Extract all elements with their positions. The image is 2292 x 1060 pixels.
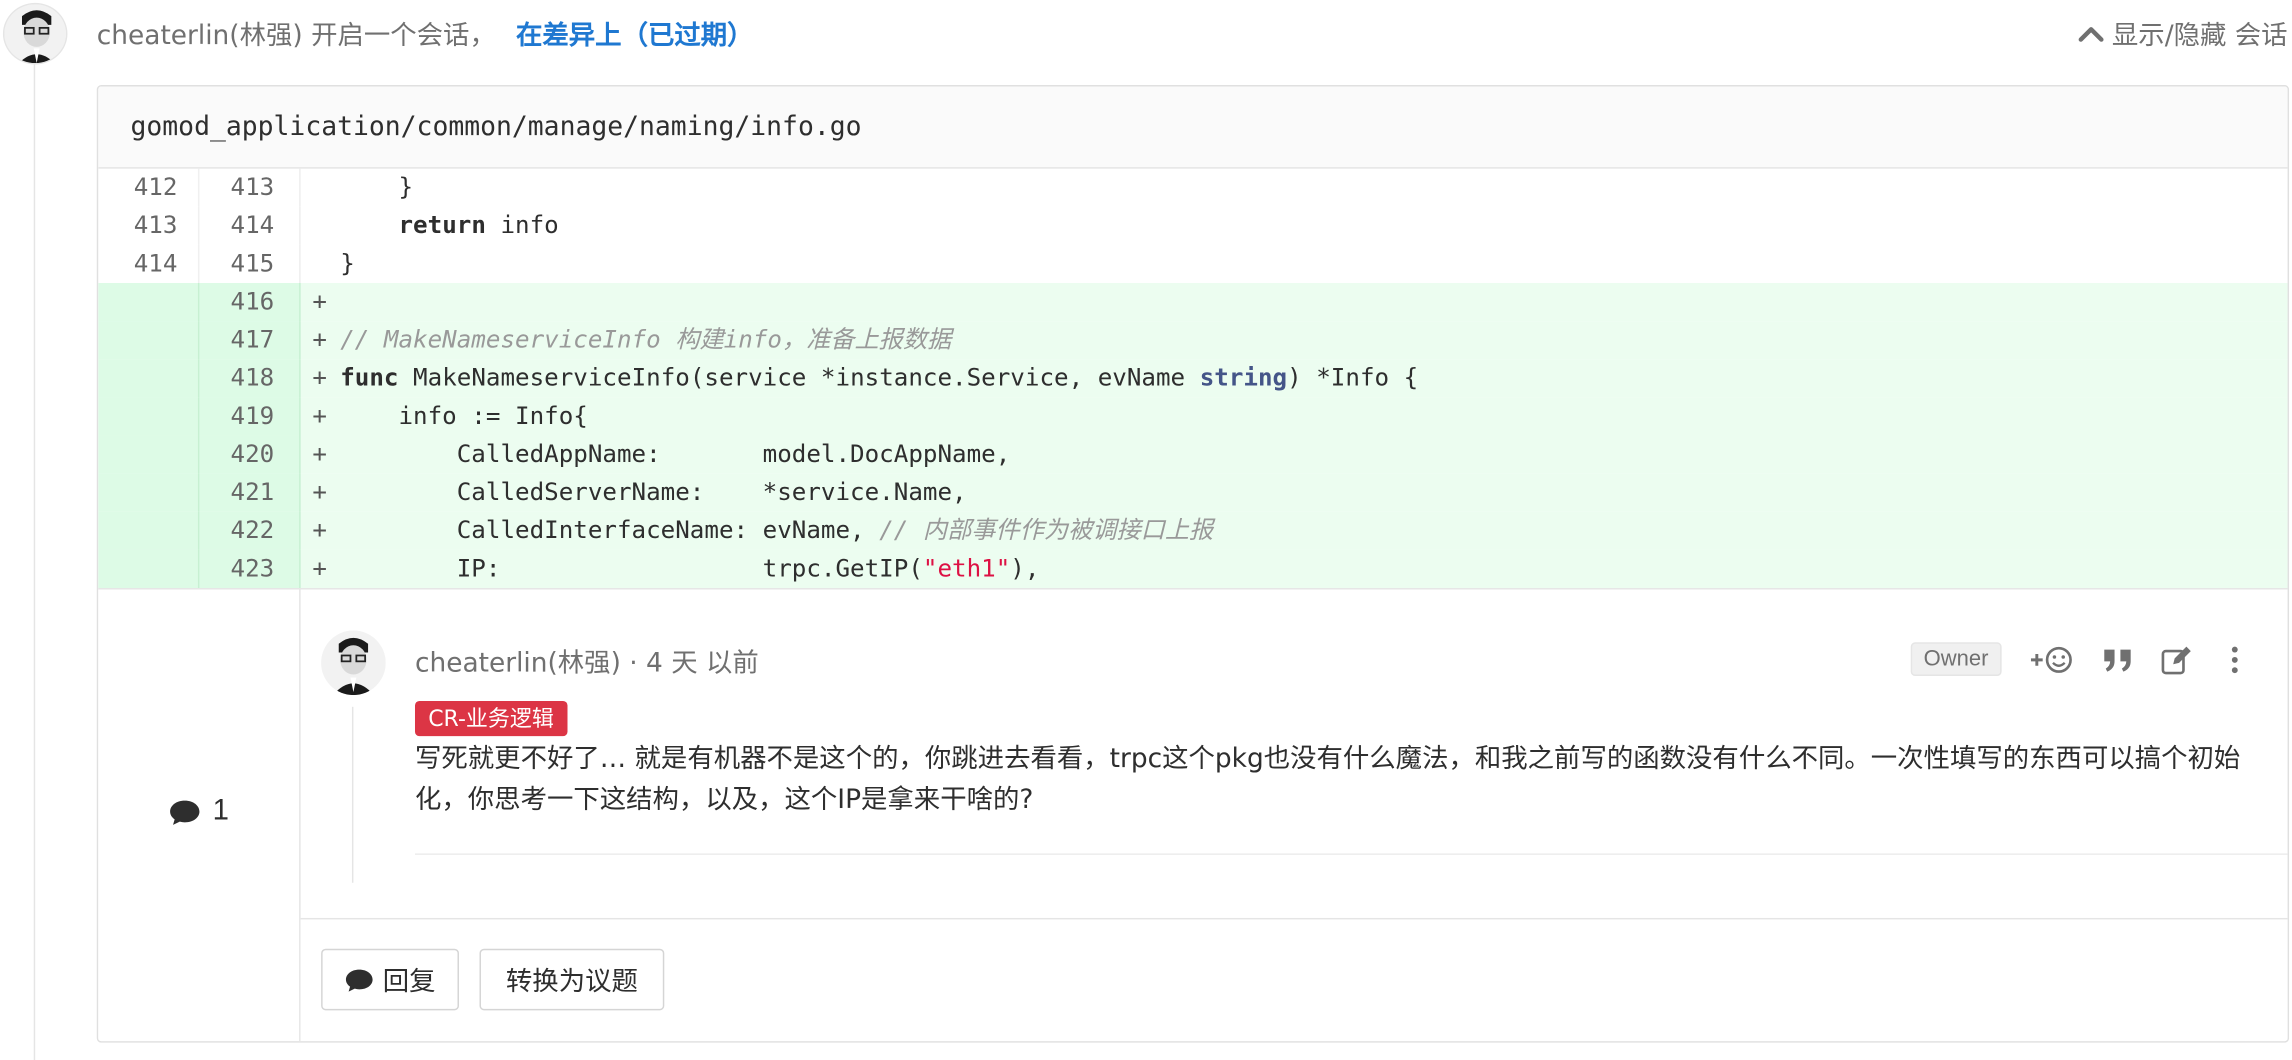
convert-label: 转换为议题 — [505, 966, 638, 998]
old-line-number — [98, 549, 200, 589]
diff-link[interactable]: 在差异上（已过期） — [516, 21, 754, 52]
label-badge[interactable]: CR-业务逻辑 — [414, 700, 568, 737]
code-content: + CalledServerName: *service.Name, — [312, 478, 967, 506]
edit-icon[interactable] — [2160, 643, 2192, 675]
code-content: + info := Info{ — [312, 401, 588, 430]
code-content: +// MakeNameserviceInfo 构建info，准备上报数据 — [312, 325, 952, 354]
new-line-number[interactable]: 415 — [199, 244, 301, 284]
new-line-number[interactable]: 423 — [199, 549, 301, 589]
note-divider — [414, 853, 2288, 855]
diff-line-added: 419 + info := Info{ — [98, 397, 2288, 436]
note-text: 写死就更不好了… 就是有机器不是这个的，你跳进去看看，trpc这个pkg也没有什… — [414, 743, 2241, 816]
discussion-started-text: 开启一个会话， — [311, 20, 496, 52]
new-line-number[interactable]: 416 — [199, 283, 301, 322]
diff-line-added: 421 + CalledServerName: *service.Name, — [98, 473, 2288, 512]
comment-icon — [170, 799, 200, 825]
comment-icon — [345, 968, 373, 991]
new-line-number[interactable]: 419 — [199, 397, 301, 436]
new-line-number[interactable]: 413 — [199, 168, 301, 207]
discussion-header: cheaterlin(林强) 开启一个会话， 在差异上（已过期） 显示/隐藏 会… — [0, 0, 2292, 67]
diff-line-added: 418 + func MakeNameserviceInfo(service *i… — [98, 359, 2288, 398]
reply-button[interactable]: 回复 — [321, 948, 459, 1011]
comment-count[interactable]: 1 — [169, 795, 229, 829]
file-header: gomod_application/common/manage/naming/i… — [98, 86, 2288, 169]
old-line-number[interactable]: 414 — [98, 244, 200, 284]
note: cheaterlin(林强) · 4 天 以前 Owner CR-业务逻辑 写死… — [321, 622, 2288, 883]
old-line-number — [98, 435, 200, 474]
old-line-number — [98, 397, 200, 436]
old-line-number — [98, 511, 200, 550]
code-content: + — [312, 287, 327, 316]
code-content: } — [340, 173, 414, 201]
code-content: + CalledInterfaceName: evName, // 内部事件作为… — [312, 516, 1214, 545]
note-time[interactable]: · 4 天 以前 — [621, 648, 759, 679]
avatar[interactable] — [321, 630, 386, 696]
notes-body: cheaterlin(林强) · 4 天 以前 Owner CR-业务逻辑 写死… — [300, 589, 2288, 1042]
owner-badge: Owner — [1910, 642, 2002, 677]
notes-row: 1 cheaterlin(林强) · 4 天 以前 Owner CR-业务逻辑 … — [98, 588, 2288, 1042]
diff-line-added: 422 + CalledInterfaceName: evName, // 内部… — [98, 511, 2288, 550]
note-author[interactable]: cheaterlin(林强) — [415, 648, 621, 679]
toggle-discussion-button[interactable]: 显示/隐藏 会话 — [2077, 15, 2288, 53]
reply-label: 回复 — [382, 966, 436, 998]
diff-line: 413 414 return info — [98, 206, 2287, 245]
code-content: + CalledAppName: model.DocAppName, — [312, 439, 1011, 468]
discussion-author[interactable]: cheaterlin(林强) — [97, 21, 303, 52]
code-content: return info — [398, 211, 559, 240]
new-line-number[interactable]: 418 — [199, 359, 301, 398]
quote-icon[interactable] — [2101, 643, 2133, 675]
new-line-number[interactable]: 417 — [199, 321, 301, 360]
new-line-number[interactable]: 414 — [199, 206, 301, 245]
note-actions: Owner — [1910, 642, 2251, 677]
file-path[interactable]: gomod_application/common/manage/naming/i… — [131, 111, 862, 142]
old-line-number[interactable]: 412 — [98, 168, 200, 207]
new-line-number[interactable]: 421 — [199, 473, 301, 512]
convert-to-issue-button[interactable]: 转换为议题 — [479, 948, 665, 1011]
timeline-line — [33, 64, 36, 1060]
old-line-number — [98, 473, 200, 512]
old-line-number — [98, 321, 200, 360]
discussion-title: cheaterlin(林强) 开启一个会话， 在差异上（已过期） — [97, 15, 754, 53]
note-thread-line — [351, 706, 354, 883]
diff-line-added: 417 +// MakeNameserviceInfo 构建info，准备上报数… — [98, 321, 2288, 360]
new-line-number[interactable]: 420 — [199, 435, 301, 474]
diff-line: 412 413 } — [98, 168, 2287, 207]
note-meta: cheaterlin(林强) · 4 天 以前 — [415, 642, 759, 680]
diff-card: gomod_application/common/manage/naming/i… — [96, 85, 2290, 1043]
toggle-label: 显示/隐藏 会话 — [2111, 20, 2288, 52]
old-line-number — [98, 283, 200, 322]
chevron-up-icon — [2078, 27, 2104, 42]
more-vertical-icon[interactable] — [2219, 643, 2251, 675]
old-line-number[interactable]: 413 — [98, 206, 200, 245]
diff-lines: 412 413 } 413 414 return info 414 415 } … — [98, 168, 2288, 589]
diff-line-added: 420 + CalledAppName: model.DocAppName, — [98, 435, 2288, 474]
avatar[interactable] — [2, 2, 68, 65]
code-content: + IP: trpc.GetIP("eth1"), — [312, 554, 1040, 583]
diff-line-added: 423 + IP: trpc.GetIP("eth1"), — [98, 549, 2288, 589]
add-emoji-icon[interactable] — [2028, 643, 2075, 675]
comment-count-value: 1 — [212, 794, 229, 828]
new-line-number[interactable]: 422 — [199, 511, 301, 550]
old-line-number — [98, 359, 200, 398]
diff-line: 414 415 } — [98, 244, 2287, 284]
code-content: + func MakeNameserviceInfo(service *insta… — [312, 363, 1419, 392]
code-content: } — [340, 249, 355, 278]
notes-gutter: 1 — [98, 589, 301, 1042]
reply-bar: 回复 转换为议题 — [300, 917, 2288, 1042]
diff-line-added: 416 + — [98, 283, 2288, 322]
